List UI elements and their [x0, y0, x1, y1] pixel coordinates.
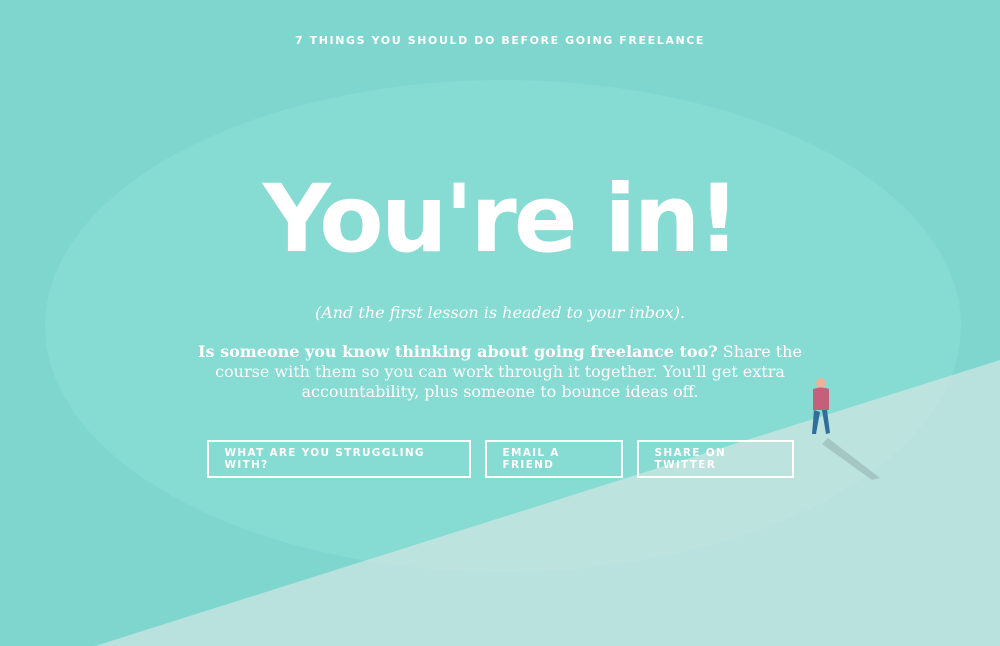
course-title: 7 THINGS YOU SHOULD DO BEFORE GOING FREE… [294, 34, 706, 47]
action-buttons: WHAT ARE YOU STRUGGLING WITH? EMAIL A FR… [0, 440, 1000, 478]
share-message: Is someone you know thinking about going… [195, 342, 805, 402]
share-twitter-button[interactable]: SHARE ON TWITTER [636, 440, 794, 478]
person-torso [813, 387, 829, 410]
email-friend-button[interactable]: EMAIL A FRIEND [484, 440, 623, 478]
background-illustration [0, 0, 1000, 646]
lesson-note: (And the first lesson is headed to your … [314, 303, 686, 322]
person-head [816, 378, 826, 388]
share-message-lead: Is someone you know thinking about going… [198, 342, 718, 361]
page-headline: You're in! [262, 165, 741, 274]
struggling-button[interactable]: WHAT ARE YOU STRUGGLING WITH? [206, 440, 471, 478]
